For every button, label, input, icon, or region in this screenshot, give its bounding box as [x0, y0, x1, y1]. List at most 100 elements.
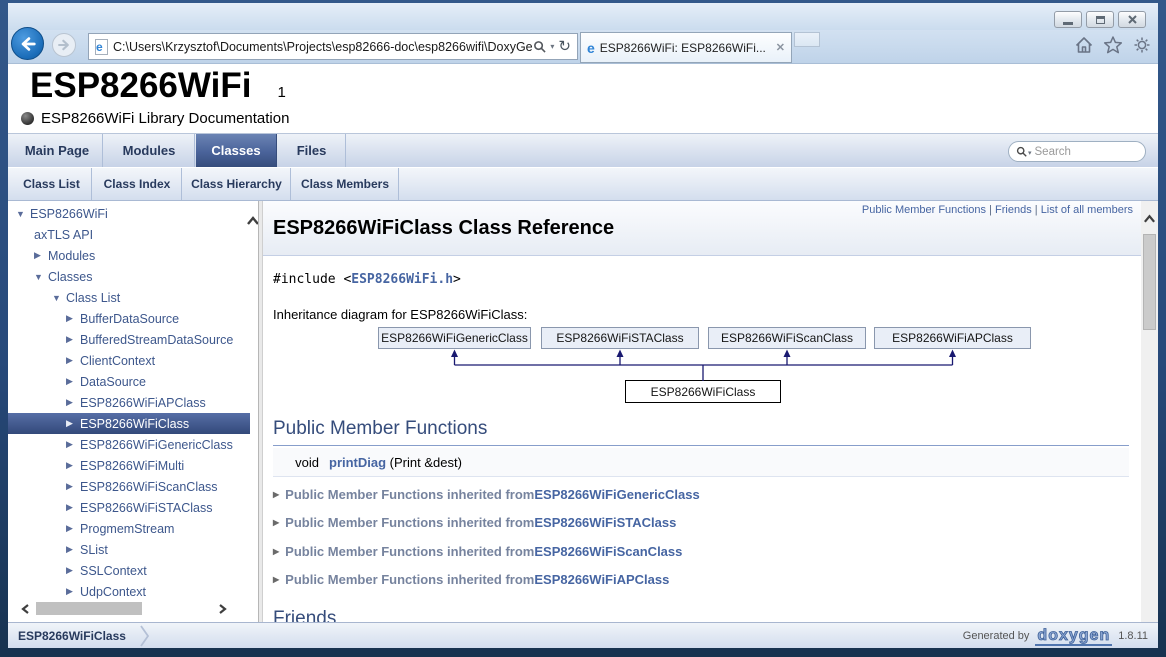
include-file-link[interactable]: ESP8266WiFi.h: [351, 272, 453, 287]
tab-modules[interactable]: Modules: [104, 134, 195, 167]
tree-arrow-icon[interactable]: ▶: [66, 439, 80, 450]
tree-label: ProgmemStream: [80, 522, 174, 536]
breadcrumb-esp8266wificlass[interactable]: ESP8266WiFiClass: [18, 629, 126, 643]
diagram-node-wificlass[interactable]: ESP8266WiFiClass: [625, 380, 781, 403]
tree-item-esp8266wifigenericclass[interactable]: ▶ESP8266WiFiGenericClass: [8, 434, 250, 455]
tab-class-hierarchy[interactable]: Class Hierarchy: [183, 168, 291, 200]
tree-arrow-icon[interactable]: ▶: [66, 376, 80, 387]
tree-item-slist[interactable]: ▶SList: [8, 539, 250, 560]
summary-link-public-member-functions[interactable]: Public Member Functions: [862, 204, 986, 216]
tree-arrow-icon[interactable]: ▼: [34, 272, 48, 282]
browser-tab[interactable]: e ESP8266WiFi: ESP8266WiFi... ✕: [580, 32, 792, 63]
tree-item-esp8266wifiscanclass[interactable]: ▶ESP8266WiFiScanClass: [8, 476, 250, 497]
search-input[interactable]: [1035, 146, 1138, 158]
inherit-header-staclass[interactable]: ▶Public Member Functions inherited from …: [273, 511, 676, 533]
tree-arrow-icon[interactable]: ▶: [66, 313, 80, 324]
minimize-button[interactable]: [1054, 11, 1082, 28]
tree-item-datasource[interactable]: ▶DataSource: [8, 371, 250, 392]
url-input[interactable]: [113, 40, 533, 54]
search-dropdown-icon[interactable]: ▾: [550, 42, 554, 51]
summary-links: Public Member Functions | Friends | List…: [862, 204, 1133, 216]
tab-files[interactable]: Files: [278, 134, 346, 167]
inherit-prefix: Public Member Functions inherited from: [285, 544, 534, 559]
tree-item-progmemstream[interactable]: ▶ProgmemStream: [8, 518, 250, 539]
tree-arrow-icon[interactable]: ▶: [66, 544, 80, 555]
diagram-node-staclass[interactable]: ESP8266WiFiSTAClass: [541, 327, 699, 349]
tab-classes[interactable]: Classes: [196, 134, 277, 167]
tab-title: ESP8266WiFi: ESP8266WiFi...: [600, 41, 772, 55]
tree-arrow-icon[interactable]: ▶: [66, 502, 80, 513]
tree-arrow-icon[interactable]: ▼: [52, 293, 66, 303]
scroll-up-icon[interactable]: [1143, 214, 1156, 224]
forward-button[interactable]: [52, 33, 76, 57]
tree-item-udpcontext[interactable]: ▶UdpContext: [8, 581, 250, 602]
tab-class-index[interactable]: Class Index: [93, 168, 182, 200]
tree-item-esp8266wifiapclass[interactable]: ▶ESP8266WiFiAPClass: [8, 392, 250, 413]
search-icon[interactable]: [533, 40, 546, 53]
section-heading-public-member-functions: Public Member Functions: [273, 418, 1129, 446]
content-scrollbar[interactable]: [1141, 201, 1158, 622]
tree-arrow-icon[interactable]: ▶: [66, 334, 80, 345]
tab-class-list[interactable]: Class List: [12, 168, 92, 200]
search-box[interactable]: ▾: [1008, 141, 1146, 162]
summary-link-friends[interactable]: Friends: [995, 204, 1032, 216]
tree-item-esp8266wifimulti[interactable]: ▶ESP8266WiFiMulti: [8, 455, 250, 476]
tree-item-esp8266wifi[interactable]: ▼ESP8266WiFi: [8, 203, 250, 224]
tree-item-class-list[interactable]: ▼Class List: [8, 287, 250, 308]
diagram-node-apclass[interactable]: ESP8266WiFiAPClass: [874, 327, 1031, 349]
settings-button[interactable]: [1130, 33, 1154, 57]
tree-item-clientcontext[interactable]: ▶ClientContext: [8, 350, 250, 371]
tree-item-esp8266wificlass[interactable]: ▶ESP8266WiFiClass: [8, 413, 250, 434]
tree-item-modules[interactable]: ▶Modules: [8, 245, 250, 266]
tree-item-bufferedstreamdatasource[interactable]: ▶BufferedStreamDataSource: [8, 329, 250, 350]
search-icon[interactable]: [1016, 146, 1027, 157]
home-button[interactable]: [1072, 33, 1096, 57]
tree-item-classes[interactable]: ▼Classes: [8, 266, 250, 287]
member-link-printdiag[interactable]: printDiag: [329, 455, 386, 470]
favorites-button[interactable]: [1101, 33, 1125, 57]
tree-scroll-right-icon[interactable]: [216, 603, 228, 615]
tree-item-axtls-api[interactable]: axTLS API: [8, 224, 250, 245]
tree-item-bufferdatasource[interactable]: ▶BufferDataSource: [8, 308, 250, 329]
tree-arrow-icon[interactable]: ▶: [66, 460, 80, 471]
close-button[interactable]: [1118, 11, 1146, 28]
tab-main-page[interactable]: Main Page: [12, 134, 103, 167]
inherit-header-apclass[interactable]: ▶Public Member Functions inherited from …: [273, 568, 669, 590]
inherit-link-scanclass[interactable]: ESP8266WiFiScanClass: [534, 544, 682, 559]
inherit-header-scanclass[interactable]: ▶Public Member Functions inherited from …: [273, 540, 682, 562]
back-button[interactable]: [11, 27, 44, 60]
inherit-header-genericclass[interactable]: ▶Public Member Functions inherited from …: [273, 483, 700, 505]
refresh-icon[interactable]: ↻: [558, 39, 571, 54]
tree-arrow-icon[interactable]: ▶: [66, 418, 80, 429]
tree-arrow-icon[interactable]: ▼: [16, 209, 30, 219]
tree-arrow-icon[interactable]: ▶: [66, 481, 80, 492]
diagram-node-scanclass[interactable]: ESP8266WiFiScanClass: [708, 327, 866, 349]
tab-close-icon[interactable]: ✕: [776, 41, 785, 54]
tree-item-sslcontext[interactable]: ▶SSLContext: [8, 560, 250, 581]
content-header: Public Member Functions | Friends | List…: [263, 201, 1141, 256]
tree-hscrollbar-thumb[interactable]: [36, 602, 142, 615]
tree-item-esp8266wifistaclass[interactable]: ▶ESP8266WiFiSTAClass: [8, 497, 250, 518]
tab-class-members[interactable]: Class Members: [292, 168, 399, 200]
address-bar[interactable]: e ▾ ↻: [88, 33, 578, 60]
doxygen-logo[interactable]: doxygen: [1035, 627, 1112, 646]
tree-label: SList: [80, 543, 108, 557]
search-options-icon[interactable]: ▾: [1028, 149, 1032, 157]
tree-arrow-icon[interactable]: ▶: [66, 586, 80, 597]
tree-arrow-icon[interactable]: ▶: [34, 250, 48, 261]
new-tab-button[interactable]: [794, 32, 820, 47]
tree-arrow-icon[interactable]: ▶: [66, 523, 80, 534]
inherit-link-apclass[interactable]: ESP8266WiFiAPClass: [534, 572, 669, 587]
separator: |: [1035, 204, 1038, 216]
tree-arrow-icon[interactable]: ▶: [66, 565, 80, 576]
section-heading-friends: Friends: [273, 608, 1129, 622]
summary-link-all-members[interactable]: List of all members: [1041, 204, 1133, 216]
tree-scroll-left-icon[interactable]: [20, 603, 32, 615]
scrollbar-thumb[interactable]: [1143, 234, 1156, 330]
diagram-node-genericclass[interactable]: ESP8266WiFiGenericClass: [378, 327, 531, 349]
inherit-link-staclass[interactable]: ESP8266WiFiSTAClass: [534, 515, 676, 530]
inherit-link-genericclass[interactable]: ESP8266WiFiGenericClass: [534, 487, 699, 502]
tree-arrow-icon[interactable]: ▶: [66, 397, 80, 408]
restore-button[interactable]: [1086, 11, 1114, 28]
tree-arrow-icon[interactable]: ▶: [66, 355, 80, 366]
